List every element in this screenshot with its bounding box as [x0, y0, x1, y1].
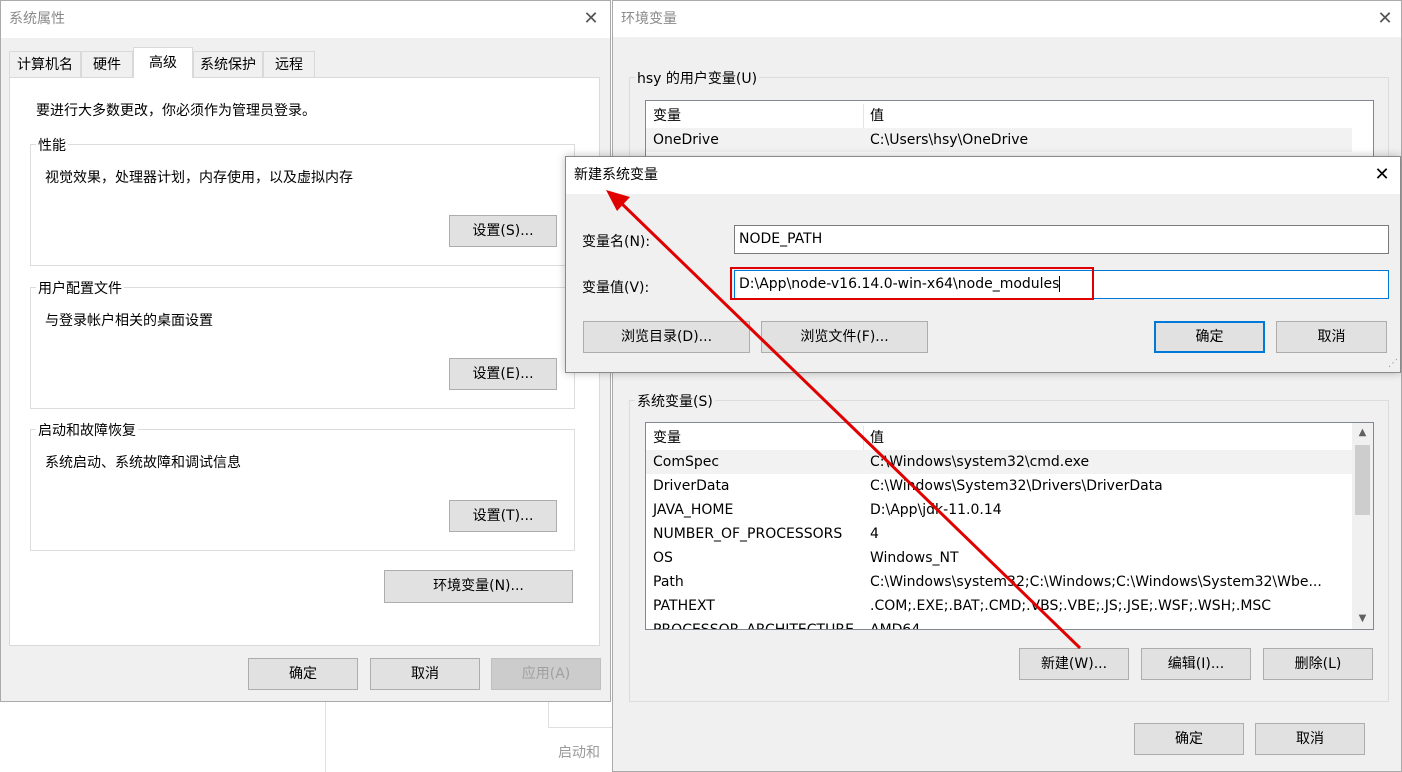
scroll-down-icon[interactable]: ▼ [1352, 609, 1373, 629]
new-var-ok-button[interactable]: 确定 [1154, 321, 1265, 353]
startup-group: 系统启动、系统故障和调试信息 设置(T)... [30, 429, 575, 551]
tab-remote[interactable]: 远程 [263, 51, 315, 77]
variable-name: OS [653, 550, 673, 566]
variable-value: C:\Users\hsy\OneDrive [870, 132, 1029, 148]
startup-desc: 系统启动、系统故障和调试信息 [45, 455, 241, 471]
variable-name: PROCESSOR_ARCHITECTURE [653, 622, 854, 630]
column-header-value[interactable]: 值 [870, 426, 884, 450]
edit-variable-button[interactable]: 编辑(I)... [1141, 648, 1251, 680]
variable-name-label: 变量名(N): [582, 234, 651, 250]
resize-grip-icon[interactable]: ⋰ [1384, 357, 1398, 371]
scroll-up-icon[interactable]: ▲ [1352, 423, 1373, 443]
variable-value: D:\App\jdk-11.0.14 [870, 502, 1002, 518]
variable-value: C:\Windows\System32\Drivers\DriverData [870, 478, 1163, 494]
variable-name: Path [653, 574, 684, 590]
performance-group: 视觉效果，处理器计划，内存使用，以及虚拟内存 设置(S)... [30, 144, 575, 266]
env-cancel-button[interactable]: 取消 [1255, 723, 1365, 755]
variable-value: C:\Windows\system32\cmd.exe [870, 454, 1090, 470]
performance-settings-button[interactable]: 设置(S)... [449, 215, 557, 247]
startup-settings-button[interactable]: 设置(T)... [449, 500, 557, 532]
variable-value: AMD64 [870, 622, 921, 630]
new-variable-button[interactable]: 新建(W)... [1019, 648, 1129, 680]
system-properties-titlebar: 系统属性 [1, 1, 610, 38]
variable-value-label: 变量值(V): [582, 280, 650, 296]
table-row[interactable]: ComSpec C:\Windows\system32\cmd.exe [646, 450, 1352, 474]
tab-hardware[interactable]: 硬件 [81, 51, 133, 77]
new-system-variable-title: 新建系统变量 [574, 167, 658, 183]
sys-cancel-button[interactable]: 取消 [370, 658, 480, 690]
tab-system-protection[interactable]: 系统保护 [193, 51, 263, 77]
system-variables-list: 变量 值 ComSpec C:\Windows\system32\cmd.exe… [645, 422, 1374, 630]
system-properties-window: 系统属性 ✕ 计算机名 硬件 高级 系统保护 远程 要进行大多数更改，你必须作为… [0, 0, 611, 702]
environment-variables-title: 环境变量 [621, 11, 677, 27]
variable-name: DriverData [653, 478, 730, 494]
system-variables-header: 变量 值 [646, 426, 1352, 451]
user-profiles-label: 用户配置文件 [36, 278, 124, 298]
tab-computer-name[interactable]: 计算机名 [9, 51, 81, 77]
scrollbar-thumb[interactable] [1355, 445, 1370, 515]
performance-label: 性能 [36, 135, 68, 155]
delete-variable-button[interactable]: 删除(L) [1263, 648, 1373, 680]
variable-value: 4 [870, 526, 879, 542]
table-row[interactable]: Path C:\Windows\system32;C:\Windows;C:\W… [646, 570, 1352, 594]
table-row[interactable]: OS Windows_NT [646, 546, 1352, 570]
column-separator[interactable] [863, 104, 864, 128]
performance-desc: 视觉效果，处理器计划，内存使用，以及虚拟内存 [45, 170, 353, 186]
table-row[interactable]: OneDrive C:\Users\hsy\OneDrive [646, 128, 1352, 152]
system-properties-title: 系统属性 [9, 11, 65, 27]
background-fragment-text: 启动和 [558, 745, 600, 761]
environment-variables-window: 环境变量 ✕ hsy 的用户变量(U) 变量 值 OneDrive C:\Use… [612, 0, 1402, 772]
user-variables-header: 变量 值 [646, 104, 1352, 129]
variable-value: C:\Windows\system32;C:\Windows;C:\Window… [870, 574, 1322, 590]
user-variables-list: 变量 值 OneDrive C:\Users\hsy\OneDrive [645, 100, 1374, 160]
startup-label: 启动和故障恢复 [36, 420, 138, 440]
variable-name: PATHEXT [653, 598, 715, 614]
variable-name: OneDrive [653, 132, 719, 148]
browse-file-button[interactable]: 浏览文件(F)... [761, 321, 928, 353]
user-profiles-settings-button[interactable]: 设置(E)... [449, 358, 557, 390]
sys-ok-button[interactable]: 确定 [248, 658, 358, 690]
close-icon[interactable]: ✕ [573, 1, 609, 38]
env-ok-button[interactable]: 确定 [1134, 723, 1244, 755]
column-header-value[interactable]: 值 [870, 104, 884, 128]
new-var-cancel-button[interactable]: 取消 [1276, 321, 1387, 353]
new-system-variable-titlebar: 新建系统变量 [566, 157, 1400, 194]
tab-advanced[interactable]: 高级 [133, 47, 193, 78]
variable-name-field[interactable]: NODE_PATH [734, 225, 1389, 254]
variable-name: NUMBER_OF_PROCESSORS [653, 526, 843, 542]
environment-variables-titlebar: 环境变量 [613, 1, 1401, 37]
close-icon[interactable]: ✕ [1367, 1, 1402, 37]
background-panel [548, 700, 618, 728]
user-variables-label: hsy 的用户变量(U) [635, 68, 760, 88]
table-row[interactable]: NUMBER_OF_PROCESSORS 4 [646, 522, 1352, 546]
advanced-tab-panel: 要进行大多数更改，你必须作为管理员登录。 视觉效果，处理器计划，内存使用，以及虚… [9, 77, 600, 646]
close-icon[interactable]: ✕ [1364, 157, 1400, 194]
table-row[interactable]: PATHEXT .COM;.EXE;.BAT;.CMD;.VBS;.VBE;.J… [646, 594, 1352, 618]
variable-value: Windows_NT [870, 550, 959, 566]
variable-name: ComSpec [653, 454, 720, 470]
sys-apply-button[interactable]: 应用(A) [491, 658, 601, 690]
new-system-variable-dialog: 新建系统变量 ✕ 变量名(N): NODE_PATH 变量值(V): D:\Ap… [565, 156, 1401, 373]
table-row[interactable]: JAVA_HOME D:\App\jdk-11.0.14 [646, 498, 1352, 522]
table-row[interactable]: PROCESSOR_ARCHITECTURE AMD64 [646, 618, 1352, 630]
variable-name: JAVA_HOME [653, 502, 734, 518]
admin-note: 要进行大多数更改，你必须作为管理员登录。 [36, 103, 316, 119]
column-header-variable[interactable]: 变量 [653, 426, 681, 450]
background-window: 启动和 [325, 700, 625, 772]
vertical-scrollbar[interactable]: ▲ ▼ [1352, 423, 1373, 629]
user-profiles-desc: 与登录帐户相关的桌面设置 [45, 313, 213, 329]
user-profiles-group: 与登录帐户相关的桌面设置 设置(E)... [30, 287, 575, 409]
variable-value: .COM;.EXE;.BAT;.CMD;.VBS;.VBE;.JS;.JSE;.… [870, 598, 1272, 614]
system-variables-label: 系统变量(S) [635, 391, 715, 411]
table-row[interactable]: DriverData C:\Windows\System32\Drivers\D… [646, 474, 1352, 498]
browse-directory-button[interactable]: 浏览目录(D)... [583, 321, 750, 353]
environment-variables-button[interactable]: 环境变量(N)... [384, 570, 573, 603]
column-separator[interactable] [863, 426, 864, 450]
highlight-box [730, 267, 1094, 300]
column-header-variable[interactable]: 变量 [653, 104, 681, 128]
